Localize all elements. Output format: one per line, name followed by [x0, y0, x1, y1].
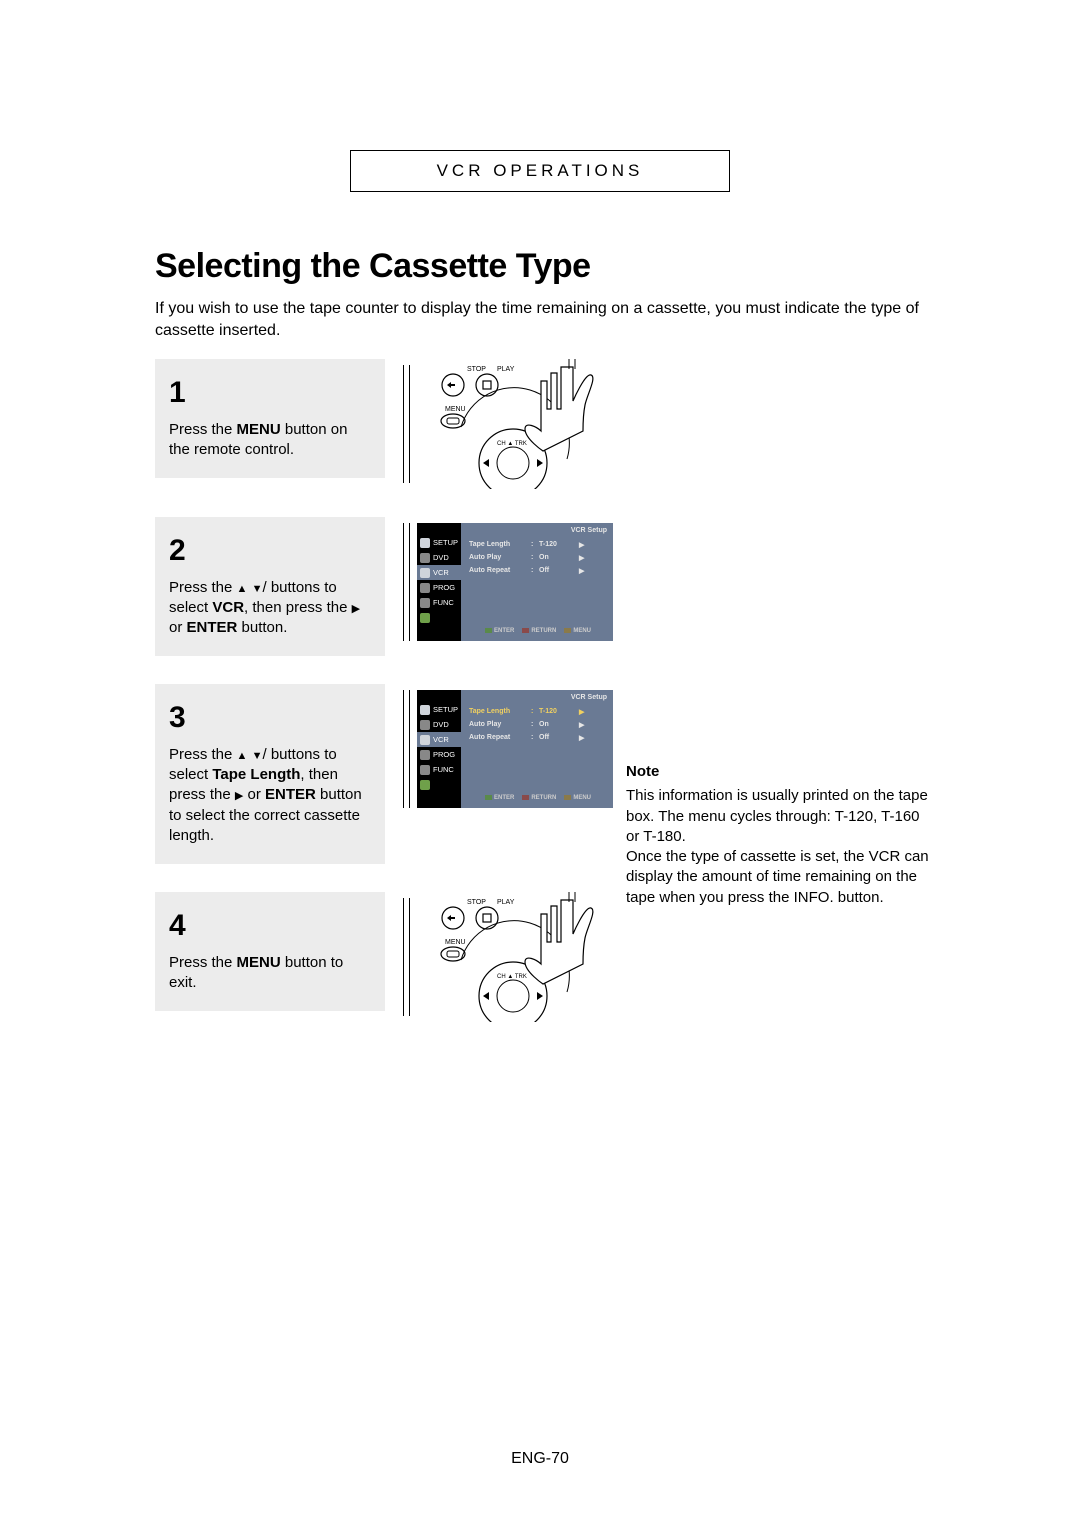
note-paragraph-2: Once the type of cassette is set, the VC…: [626, 847, 936, 908]
steps-list: 1 Press the MENU button on the remote co…: [155, 359, 925, 1022]
remote-menu-illustration: STOP PLAY MENU CH ▲ TRK: [417, 359, 613, 489]
step-3-illustration: SETUP DVD VCR PROG FUNC VCR Setup Tape L…: [403, 684, 613, 814]
svg-text:STOP: STOP: [467, 899, 486, 906]
exit-icon: [420, 613, 430, 623]
svg-text:MENU: MENU: [445, 939, 466, 946]
osd-main: VCR Setup Tape Length:T-120▶ Auto Play:O…: [461, 690, 613, 808]
func-icon: [420, 598, 430, 608]
setup-icon: [420, 705, 430, 715]
step-4-number: 4: [169, 906, 371, 947]
osd-sidebar: SETUP DVD VCR PROG FUNC: [417, 690, 461, 808]
note-block: Note This information is usually printed…: [626, 762, 936, 908]
note-heading: Note: [626, 762, 936, 782]
step-2-number: 2: [169, 531, 371, 572]
remote-menu-illustration: STOP PLAY MENU CH ▲ TRK: [417, 892, 613, 1022]
dvd-icon: [420, 720, 430, 730]
vcr-setup-osd-highlighted: SETUP DVD VCR PROG FUNC VCR Setup Tape L…: [417, 690, 613, 808]
prog-icon: [420, 583, 430, 593]
step-4: 4 Press the MENU button to exit. STOP PL…: [155, 892, 925, 1022]
down-arrow-icon: [252, 579, 263, 596]
step-3-number: 3: [169, 698, 371, 739]
setup-icon: [420, 538, 430, 548]
osd-main: VCR Setup Tape Length:T-120▶ Auto Play:O…: [461, 523, 613, 641]
osd-title: VCR Setup: [469, 694, 607, 701]
step-2-text: 2 Press the / buttons to select VCR, the…: [155, 517, 385, 656]
dvd-icon: [420, 553, 430, 563]
right-arrow-icon: [352, 599, 360, 616]
svg-text:PLAY: PLAY: [497, 899, 515, 906]
svg-text:STOP: STOP: [467, 366, 486, 373]
vcr-icon: [420, 735, 430, 745]
up-arrow-icon: [237, 579, 248, 596]
osd-title: VCR Setup: [469, 527, 607, 534]
up-arrow-icon: [237, 746, 248, 763]
step-4-illustration: STOP PLAY MENU CH ▲ TRK: [403, 892, 613, 1022]
exit-icon: [420, 780, 430, 790]
step-1-illustration: STOP PLAY MENU CH ▲ TRK: [403, 359, 613, 489]
osd-footer: ENTER RETURN MENU: [469, 795, 607, 804]
vcr-setup-osd: SETUP DVD VCR PROG FUNC VCR Setup Tape L…: [417, 523, 613, 641]
step-4-text: 4 Press the MENU button to exit.: [155, 892, 385, 1011]
svg-text:CH ▲ TRK: CH ▲ TRK: [497, 441, 527, 447]
step-2-illustration: SETUP DVD VCR PROG FUNC VCR Setup Tape L…: [403, 517, 613, 647]
func-icon: [420, 765, 430, 775]
svg-text:MENU: MENU: [445, 406, 466, 413]
step-2: 2 Press the / buttons to select VCR, the…: [155, 517, 925, 656]
section-header-text: VCR OPERATIONS: [437, 161, 644, 180]
osd-footer: ENTER RETURN MENU: [469, 628, 607, 637]
page-number: ENG-70: [0, 1450, 1080, 1468]
svg-text:PLAY: PLAY: [497, 366, 515, 373]
svg-text:CH ▲ TRK: CH ▲ TRK: [497, 974, 527, 980]
down-arrow-icon: [252, 746, 263, 763]
step-1-number: 1: [169, 373, 371, 414]
step-1-text: 1 Press the MENU button on the remote co…: [155, 359, 385, 478]
section-header: VCR OPERATIONS: [350, 150, 730, 192]
prog-icon: [420, 750, 430, 760]
step-3-text: 3 Press the / buttons to select Tape Len…: [155, 684, 385, 864]
page-title: Selecting the Cassette Type: [155, 247, 925, 286]
step-1: 1 Press the MENU button on the remote co…: [155, 359, 925, 489]
note-paragraph-1: This information is usually printed on t…: [626, 786, 936, 847]
intro-paragraph: If you wish to use the tape counter to d…: [155, 298, 925, 341]
osd-sidebar: SETUP DVD VCR PROG FUNC: [417, 523, 461, 641]
vcr-icon: [420, 568, 430, 578]
